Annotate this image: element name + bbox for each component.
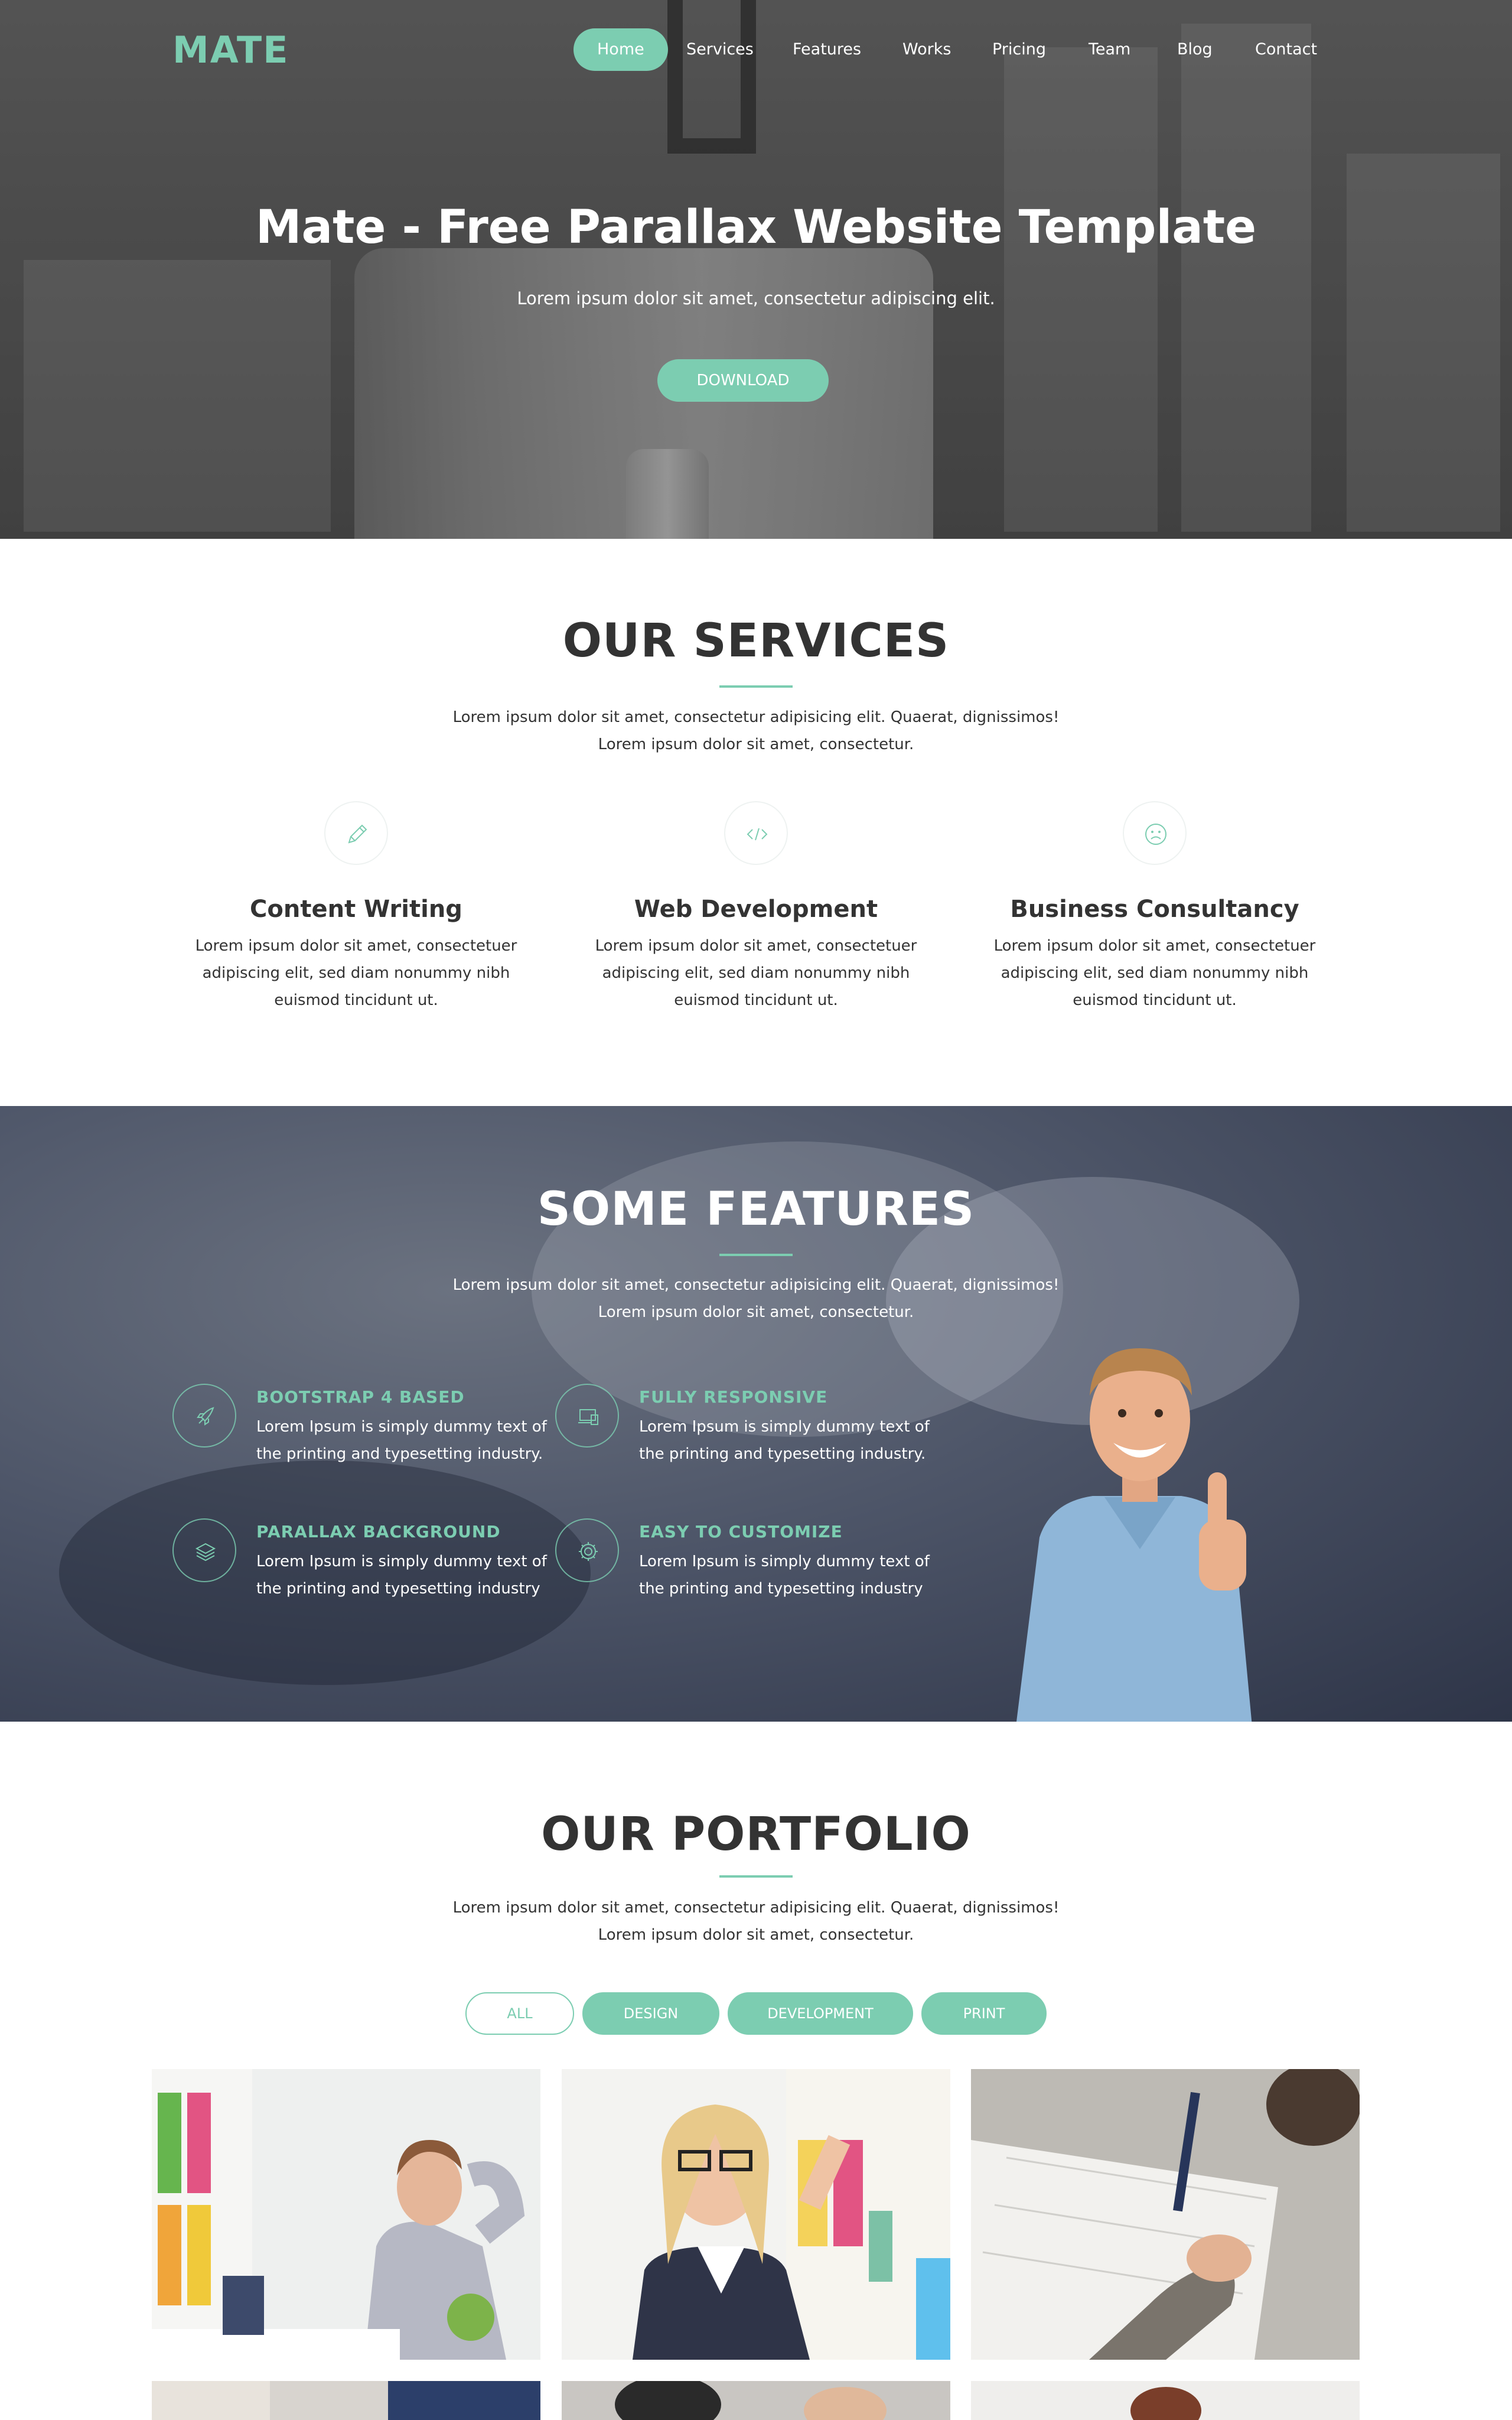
feature-title: PARALLAX BACKGROUND (256, 1522, 501, 1541)
hero-subtitle: Lorem ipsum dolor sit amet, consectetur … (517, 288, 995, 308)
service-card: Business Consultancy Lorem ipsum dolor s… (989, 801, 1320, 1014)
feature-title: FULLY RESPONSIVE (639, 1387, 828, 1407)
portfolio-title: OUR PORTFOLIO (541, 1808, 971, 1861)
nav-item-pricing[interactable]: Pricing (969, 28, 1070, 71)
feature-item: FULLY RESPONSIVE Lorem Ipsum is simply d… (555, 1384, 930, 1502)
portfolio-item-happy-woman[interactable] (562, 2069, 950, 2360)
feature-item: EASY TO CUSTOMIZE Lorem Ipsum is simply … (555, 1518, 930, 1637)
portfolio-item[interactable] (971, 2381, 1360, 2420)
service-text: Lorem ipsum dolor sit amet, consectetuer… (993, 937, 1316, 1009)
pencil-icon (324, 801, 388, 865)
filter-design-button[interactable]: DESIGN (582, 1992, 719, 2035)
service-title: Content Writing (250, 896, 462, 923)
service-title: Web Development (634, 896, 878, 923)
layers-icon (172, 1518, 236, 1582)
services-divider (719, 685, 793, 688)
nav-item-features[interactable]: Features (769, 28, 885, 71)
service-title: Business Consultancy (1010, 896, 1299, 923)
features-description: Lorem ipsum dolor sit amet, consectetur … (452, 1276, 1060, 1321)
nav-item-works[interactable]: Works (879, 28, 975, 71)
features-section: SOME FEATURES Lorem ipsum dolor sit amet… (0, 1106, 1512, 1722)
face-icon (1123, 801, 1187, 865)
portfolio-item[interactable] (152, 2381, 540, 2420)
service-text: Lorem ipsum dolor sit amet, consectetuer… (195, 937, 517, 1009)
service-card: Web Development Lorem ipsum dolor sit am… (591, 801, 921, 1014)
service-card: Content Writing Lorem ipsum dolor sit am… (191, 801, 522, 1014)
nav-item-team[interactable]: Team (1065, 28, 1154, 71)
code-icon (724, 801, 788, 865)
feature-text: Lorem Ipsum is simply dummy text of the … (639, 1553, 930, 1598)
nav-item-contact[interactable]: Contact (1231, 28, 1341, 71)
services-description: Lorem ipsum dolor sit amet, consectetur … (452, 708, 1060, 753)
portfolio-description: Lorem ipsum dolor sit amet, consectetur … (452, 1899, 1060, 1944)
feature-text: Lorem Ipsum is simply dummy text of the … (256, 1418, 547, 1463)
feature-title: BOOTSTRAP 4 BASED (256, 1387, 465, 1407)
services-title: OUR SERVICES (562, 614, 950, 668)
features-title: SOME FEATURES (537, 1183, 975, 1236)
thumbs-up-person-image (1004, 1325, 1276, 1722)
service-text: Lorem ipsum dolor sit amet, consectetuer… (595, 937, 917, 1009)
nav-item-home[interactable]: Home (573, 28, 668, 71)
download-button[interactable]: DOWNLOAD (657, 359, 829, 402)
filter-development-button[interactable]: DEVELOPMENT (728, 1992, 913, 2035)
portfolio-divider (719, 1875, 793, 1878)
hero-section: MATE Home Services Features Works Pricin… (0, 0, 1512, 539)
nav-item-blog[interactable]: Blog (1153, 28, 1236, 71)
feature-title: EASY TO CUSTOMIZE (639, 1522, 843, 1541)
feature-text: Lorem Ipsum is simply dummy text of the … (256, 1553, 547, 1598)
features-divider (719, 1254, 793, 1256)
nav-item-services[interactable]: Services (663, 28, 777, 71)
main-nav: Home Services Features Works Pricing Tea… (0, 28, 1512, 72)
feature-item: PARALLAX BACKGROUND Lorem Ipsum is simpl… (172, 1518, 547, 1637)
gear-icon (555, 1518, 619, 1582)
filter-all-button[interactable]: ALL (465, 1992, 574, 2035)
feature-text: Lorem Ipsum is simply dummy text of the … (639, 1418, 930, 1463)
rocket-icon (172, 1384, 236, 1448)
devices-icon (555, 1384, 619, 1448)
hero-title: Mate - Free Parallax Website Template (255, 201, 1257, 254)
feature-item: BOOTSTRAP 4 BASED Lorem Ipsum is simply … (172, 1384, 547, 1502)
filter-print-button[interactable]: PRINT (921, 1992, 1047, 2035)
portfolio-item[interactable] (562, 2381, 950, 2420)
portfolio-filters: ALL DESIGN DEVELOPMENT PRINT (0, 1992, 1512, 2035)
portfolio-item-writing-hand[interactable] (971, 2069, 1360, 2360)
portfolio-item-relaxing-man[interactable] (152, 2069, 540, 2360)
